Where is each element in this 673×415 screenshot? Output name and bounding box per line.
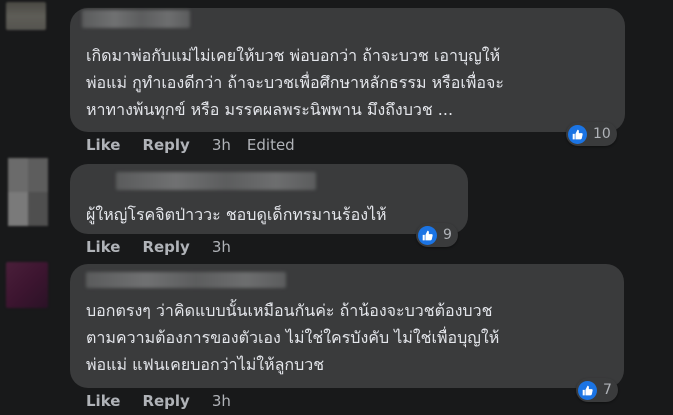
- comment: บอกตรงๆ ว่าคิดแบบนั้นเหมือนกันค่ะ ถ้าน้อ…: [0, 258, 673, 415]
- comment-actions: Like Reply 3h: [86, 392, 247, 410]
- reaction-count[interactable]: 7: [576, 378, 618, 402]
- comment-text: ผู้ใหญ่โรคจิตป่าววะ ชอบดูเด็กทรมานร้องไห…: [86, 205, 387, 224]
- comment-actions: Like Reply 3h Edited: [86, 136, 295, 154]
- comment-bubble: ผู้ใหญ่โรคจิตป่าววะ ชอบดูเด็กทรมานร้องไห…: [70, 164, 468, 234]
- reply-button[interactable]: Reply: [142, 238, 189, 256]
- reaction-count[interactable]: 10: [566, 122, 617, 146]
- edited-label[interactable]: Edited: [247, 136, 295, 154]
- like-button[interactable]: Like: [86, 238, 120, 256]
- commenter-name[interactable]: [116, 172, 316, 190]
- like-reaction-icon: [578, 380, 597, 400]
- comment-text: บอกตรงๆ ว่าคิดแบบนั้นเหมือนกันค่ะ ถ้าน้อ…: [86, 301, 500, 374]
- timestamp[interactable]: 3h: [212, 136, 231, 154]
- comment-text: เกิดมาพ่อกับแม่ไม่เคยให้บวช พ่อบอกว่า ถ้…: [86, 46, 504, 119]
- commenter-name[interactable]: [86, 272, 286, 288]
- comment-bubble: เกิดมาพ่อกับแม่ไม่เคยให้บวช พ่อบอกว่า ถ้…: [70, 8, 625, 132]
- commenter-name[interactable]: [82, 10, 190, 28]
- comment-actions: Like Reply 3h: [86, 238, 247, 256]
- avatar[interactable]: [6, 262, 48, 308]
- like-reaction-icon: [418, 225, 437, 245]
- reaction-count[interactable]: 9: [416, 223, 458, 247]
- like-reaction-icon: [568, 124, 587, 144]
- reply-button[interactable]: Reply: [142, 392, 189, 410]
- avatar[interactable]: [6, 2, 46, 30]
- avatar[interactable]: [8, 158, 48, 226]
- comment-bubble: บอกตรงๆ ว่าคิดแบบนั้นเหมือนกันค่ะ ถ้าน้อ…: [70, 264, 624, 388]
- timestamp[interactable]: 3h: [212, 392, 231, 410]
- like-button[interactable]: Like: [86, 136, 120, 154]
- timestamp[interactable]: 3h: [212, 238, 231, 256]
- comment: เกิดมาพ่อกับแม่ไม่เคยให้บวช พ่อบอกว่า ถ้…: [0, 0, 673, 160]
- like-button[interactable]: Like: [86, 392, 120, 410]
- comment: ผู้ใหญ่โรคจิตป่าววะ ชอบดูเด็กทรมานร้องไห…: [0, 156, 673, 260]
- reply-button[interactable]: Reply: [142, 136, 189, 154]
